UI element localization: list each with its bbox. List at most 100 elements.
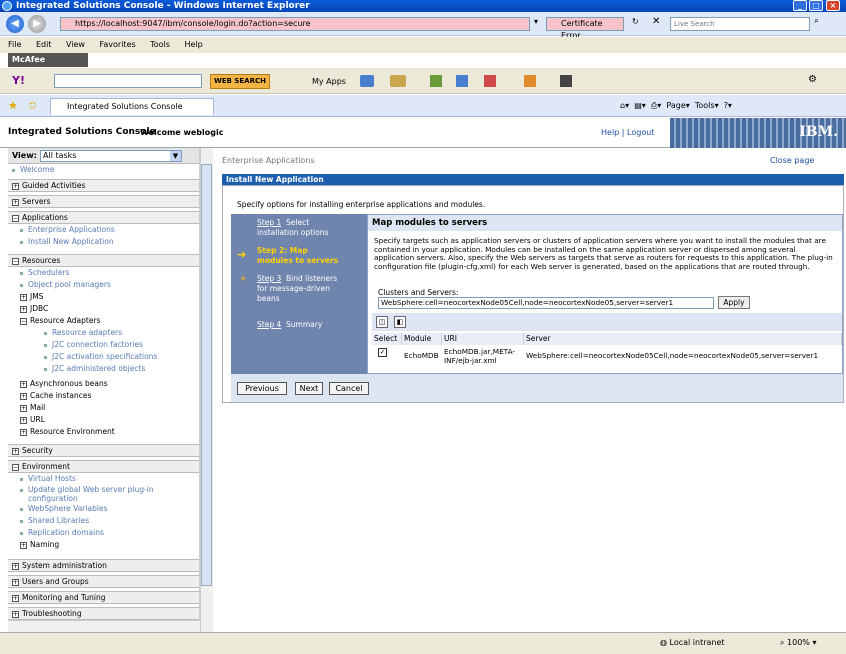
nav-resource-environment[interactable]: + Resource Environment <box>8 426 199 438</box>
close-page-link[interactable]: Close page <box>770 156 814 165</box>
forward-button[interactable]: ▶ <box>28 15 46 33</box>
logout-link[interactable]: Logout <box>627 128 654 137</box>
breadcrumb[interactable]: Enterprise Applications <box>222 156 315 165</box>
nav-mail[interactable]: + Mail <box>8 402 199 414</box>
nav-jms[interactable]: + JMS <box>8 291 199 303</box>
messenger-icon[interactable] <box>560 75 572 87</box>
select-all-icon[interactable]: ◫ <box>376 316 388 328</box>
bullet-icon <box>44 355 47 359</box>
mcafee-toolbar-button[interactable]: McAfee <box>8 53 88 67</box>
toolbar-app-icon[interactable] <box>390 75 406 87</box>
feeds-icon[interactable]: ▤▾ <box>634 101 646 110</box>
mail-icon[interactable] <box>360 75 374 87</box>
yahoo-search-input[interactable] <box>54 74 202 88</box>
nav-enterprise-applications[interactable]: Enterprise Applications <box>8 224 199 236</box>
certificate-error-button[interactable]: Certificate Error <box>546 17 624 40</box>
my-apps-button[interactable]: My Apps <box>296 74 348 89</box>
nav-j2c-activation-specifications[interactable]: J2C activation specifications <box>8 351 199 363</box>
nav-security[interactable]: + Security <box>8 444 199 457</box>
next-button[interactable]: Next <box>295 382 323 395</box>
nav-cache-instances[interactable]: + Cache instances <box>8 390 199 402</box>
nav-replication-domains[interactable]: Replication domains <box>8 527 199 539</box>
nav-users-and-groups[interactable]: + Users and Groups <box>8 575 199 588</box>
address-dropdown-icon[interactable]: ▾ <box>534 17 538 26</box>
nav-update-web-server-plugin[interactable]: Update global Web server plug-in configu… <box>8 485 199 503</box>
nav-websphere-variables[interactable]: WebSphere Variables <box>8 503 199 515</box>
clusters-servers-select[interactable]: WebSphere:cell=neocortexNode05Cell,node=… <box>378 297 714 309</box>
flickr-icon[interactable] <box>456 75 468 87</box>
nav-jdbc[interactable]: + JDBC <box>8 303 199 315</box>
ebay-icon[interactable] <box>524 75 536 87</box>
view-select[interactable]: All tasks ▼ <box>40 150 182 162</box>
nav-servers[interactable]: + Servers <box>8 195 199 208</box>
cell-uri: EchoMDB.jar,META-INF/ejb-jar.xml <box>444 347 516 365</box>
menu-edit[interactable]: Edit <box>36 40 52 49</box>
favorites-star-icon[interactable]: ★ <box>8 99 18 112</box>
web-search-button[interactable]: WEB SEARCH <box>210 74 270 89</box>
step-3-link[interactable]: Step 3 Bind listeners for message-driven… <box>257 274 341 304</box>
nav-resource-adapters[interactable]: − Resource Adapters <box>8 315 199 327</box>
help-link[interactable]: Help <box>601 128 619 137</box>
minimize-button[interactable]: _ <box>793 0 807 11</box>
menu-tools[interactable]: Tools <box>150 40 170 49</box>
nav-url[interactable]: + URL <box>8 414 199 426</box>
toolbar-settings-icon[interactable]: ⚙ <box>808 74 817 85</box>
deselect-all-icon[interactable]: ◧ <box>394 316 406 328</box>
ie-logo-icon <box>2 1 12 11</box>
back-button[interactable]: ◀ <box>6 15 24 33</box>
nav-applications[interactable]: − Applications <box>8 211 199 224</box>
wizard-instructions: Specify options for installing enterpris… <box>237 200 486 209</box>
nav-guided-activities[interactable]: + Guided Activities <box>8 179 199 192</box>
zoom-control[interactable]: ⌕ 100% ▾ <box>780 633 816 653</box>
nav-virtual-hosts[interactable]: Virtual Hosts <box>8 473 199 485</box>
menu-view[interactable]: View <box>66 40 85 49</box>
apply-button[interactable]: Apply <box>718 296 750 309</box>
zoom-icon: ⌕ <box>780 638 785 647</box>
nav-j2c-connection-factories[interactable]: J2C connection factories <box>8 339 199 351</box>
console-header: Integrated Solutions Console Welcome web… <box>0 118 846 148</box>
print-icon[interactable]: ⎙▾ <box>651 101 661 110</box>
nav-resources[interactable]: − Resources <box>8 254 199 267</box>
finance-icon[interactable] <box>430 75 442 87</box>
tools-menu[interactable]: Tools <box>695 101 715 110</box>
yahoo-toolbar: Y! WEB SEARCH My Apps ⚙ <box>0 68 846 94</box>
refresh-icon[interactable]: ↻ <box>632 17 639 26</box>
home-icon[interactable]: ⌂▾ <box>620 101 629 110</box>
news-icon[interactable] <box>484 75 496 87</box>
stop-icon[interactable]: ✕ <box>652 16 660 27</box>
nav-shared-libraries[interactable]: Shared Libraries <box>8 515 199 527</box>
search-icon[interactable]: ⌕ <box>814 16 819 26</box>
cell-module: EchoMDB <box>404 351 439 360</box>
address-bar[interactable]: https://localhost:9047/ibm/console/login… <box>60 17 530 31</box>
menu-help[interactable]: Help <box>184 40 202 49</box>
live-search-input[interactable]: Live Search <box>670 17 810 31</box>
module-checkbox[interactable]: ✓ <box>378 348 387 357</box>
add-favorite-icon[interactable]: ✩ <box>28 99 37 112</box>
menu-favorites[interactable]: Favorites <box>100 40 136 49</box>
tab-integrated-solutions-console[interactable]: Integrated Solutions Console <box>50 98 214 115</box>
step-4-link[interactable]: Step 4 Summary <box>257 320 341 330</box>
nav-environment[interactable]: − Environment <box>8 460 199 473</box>
maximize-button[interactable]: □ <box>809 0 823 11</box>
nav-naming[interactable]: + Naming <box>8 539 199 551</box>
cancel-button[interactable]: Cancel <box>329 382 369 395</box>
help-menu-icon[interactable]: ?▾ <box>724 101 732 110</box>
nav-schedulers[interactable]: Schedulers <box>8 267 199 279</box>
nav-resource-adapters-item[interactable]: Resource adapters <box>8 327 199 339</box>
nav-object-pool-managers[interactable]: Object pool managers <box>8 279 199 291</box>
nav-install-new-application[interactable]: Install New Application <box>8 236 199 248</box>
close-window-button[interactable]: × <box>826 0 840 11</box>
nav-monitoring-and-tuning[interactable]: + Monitoring and Tuning <box>8 591 199 604</box>
nav-system-administration[interactable]: + System administration <box>8 559 199 572</box>
nav-welcome[interactable]: Welcome <box>8 164 199 176</box>
menu-file[interactable]: File <box>8 40 21 49</box>
step-1-link[interactable]: Step 1 Select installation options <box>257 218 337 238</box>
nav-j2c-administered-objects[interactable]: J2C administered objects <box>8 363 199 375</box>
page-menu[interactable]: Page <box>666 101 685 110</box>
nav-troubleshooting[interactable]: + Troubleshooting <box>8 607 199 620</box>
sidebar-horizontal-scrollbar[interactable] <box>8 620 200 632</box>
nav-asynchronous-beans[interactable]: + Asynchronous beans <box>8 378 199 390</box>
yahoo-logo-icon[interactable]: Y! <box>12 74 25 87</box>
previous-button[interactable]: Previous <box>237 382 287 395</box>
sidebar-scroll-thumb[interactable] <box>201 164 212 586</box>
